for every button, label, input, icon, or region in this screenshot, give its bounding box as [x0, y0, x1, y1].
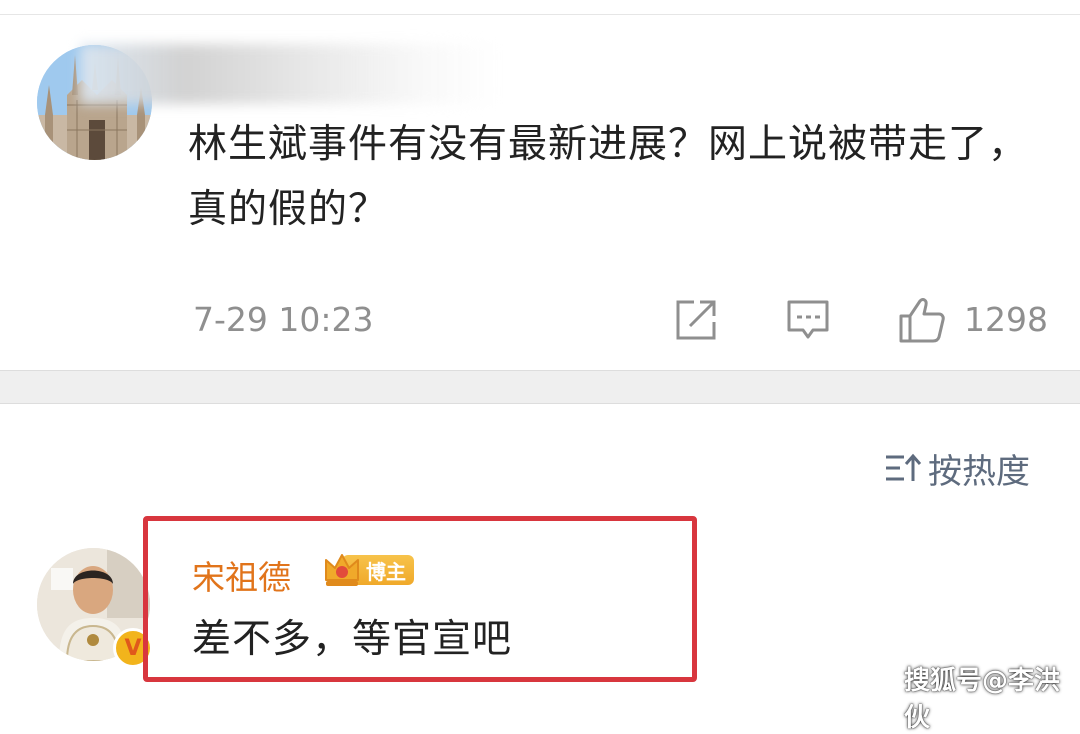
share-icon[interactable] — [674, 298, 718, 342]
section-separator — [0, 370, 1080, 404]
top-divider — [0, 14, 1080, 15]
sort-label: 按热度 — [928, 451, 1030, 492]
post-timestamp: 7-29 10:23 — [193, 300, 374, 339]
commenter-username[interactable]: 宋祖德 — [192, 551, 291, 599]
watermark: 搜狐号@李洪伙 — [904, 666, 1061, 733]
crown-icon — [325, 554, 359, 586]
comment-icon[interactable] — [786, 298, 830, 342]
comment-content: 差不多，等官宣吧 — [192, 617, 513, 662]
like-icon[interactable] — [898, 296, 946, 344]
like-count: 1298 — [964, 300, 1048, 339]
sort-by-hot-button[interactable]: 按热度 — [884, 446, 1030, 492]
post-content: 林生斌事件有没有最新进展？网上说被带走了，真的假的？ — [188, 122, 1029, 232]
blurred-username — [80, 44, 500, 104]
blogger-badge: 博主 — [322, 550, 414, 590]
sort-icon — [886, 453, 922, 481]
